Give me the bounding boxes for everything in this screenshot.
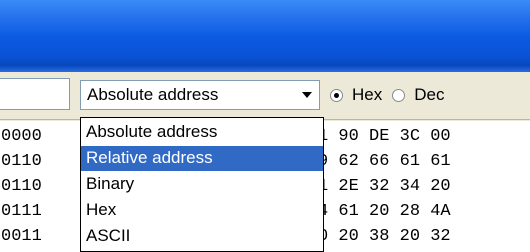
radio-hex-indicator[interactable] [330,88,343,102]
dropdown-option-relative-address[interactable]: Relative address [81,146,323,171]
title-bar [0,0,530,66]
dropdown-option-absolute-address[interactable]: Absolute address [81,120,323,145]
radio-dec-label: Dec [414,85,445,104]
goto-address-input[interactable] [0,78,70,110]
hex-row-address: 0000 [1,127,42,146]
hex-row-bytes: 1 90 DE 3C 00 [318,127,451,146]
radio-dec-indicator[interactable] [392,88,406,102]
address-mode-select[interactable]: Absolute address [80,80,320,110]
hex-row-address: 0011 [1,227,42,246]
address-mode-value: Absolute address [87,85,219,104]
hex-row-address: 0110 [1,152,42,171]
hex-row-bytes: 4 61 20 28 4A [318,202,451,221]
dropdown-option-binary[interactable]: Binary [81,172,323,197]
hex-row-bytes: 0 20 38 20 32 [318,227,451,246]
radio-hex[interactable]: Hex [330,85,382,105]
dropdown-option-hex[interactable]: Hex [81,198,323,223]
radix-radio-group: Hex Dec [330,80,454,110]
hex-row-bytes: 9 62 66 61 61 [318,152,451,171]
chevron-down-icon [302,92,312,98]
radio-hex-label: Hex [352,85,383,104]
hex-row-address: 0111 [1,202,42,221]
address-mode-dropdown-list[interactable]: Absolute address Relative address Binary… [80,117,324,252]
dropdown-arrow-button[interactable] [296,82,318,108]
hex-row-address: 0110 [1,177,42,196]
radio-dec[interactable]: Dec [392,85,444,105]
dropdown-option-ascii[interactable]: ASCII [81,224,323,249]
hex-row-bytes: 1 2E 32 34 20 [318,177,451,196]
